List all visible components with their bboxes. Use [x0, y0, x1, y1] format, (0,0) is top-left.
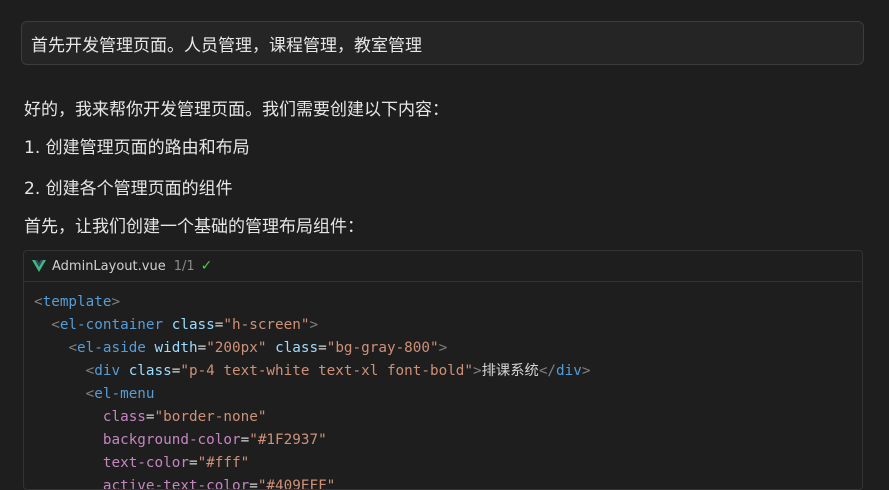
user-prompt: 首先开发管理页面。人员管理，课程管理，教室管理 — [21, 21, 864, 65]
code-line: background-color="#1F2937" — [102, 432, 327, 448]
file-name[interactable]: AdminLayout.vue — [52, 259, 166, 274]
code-line: class="border-none" — [102, 409, 267, 425]
code-block-header[interactable]: AdminLayout.vue 1/1 ✓ — [24, 251, 862, 282]
response-step-2: 2. 创建各个管理页面的组件 — [24, 179, 233, 199]
code-line: <el-menu — [85, 386, 155, 402]
response-intro: 好的，我来帮你开发管理页面。我们需要创建以下内容： — [24, 100, 449, 120]
code-line: <el-aside width="200px" class="bg-gray-8… — [68, 340, 448, 356]
code-content: <template> <el-container class="h-screen… — [24, 282, 862, 489]
code-line: text-color="#fff" — [102, 455, 250, 471]
file-change-count: 1/1 — [173, 258, 195, 274]
code-block: AdminLayout.vue 1/1 ✓ <template> <el-con… — [23, 250, 863, 490]
check-icon: ✓ — [200, 258, 213, 274]
response-step-1: 1. 创建管理页面的路由和布局 — [24, 138, 250, 158]
response-lead: 首先，让我们创建一个基础的管理布局组件： — [24, 217, 364, 237]
code-line: <div class="p-4 text-white text-xl font-… — [85, 363, 591, 379]
code-line: <el-container class="h-screen"> — [51, 317, 319, 333]
code-line: <template> — [34, 294, 121, 310]
user-prompt-text: 首先开发管理页面。人员管理，课程管理，教室管理 — [31, 35, 422, 56]
vue-icon — [32, 260, 46, 272]
